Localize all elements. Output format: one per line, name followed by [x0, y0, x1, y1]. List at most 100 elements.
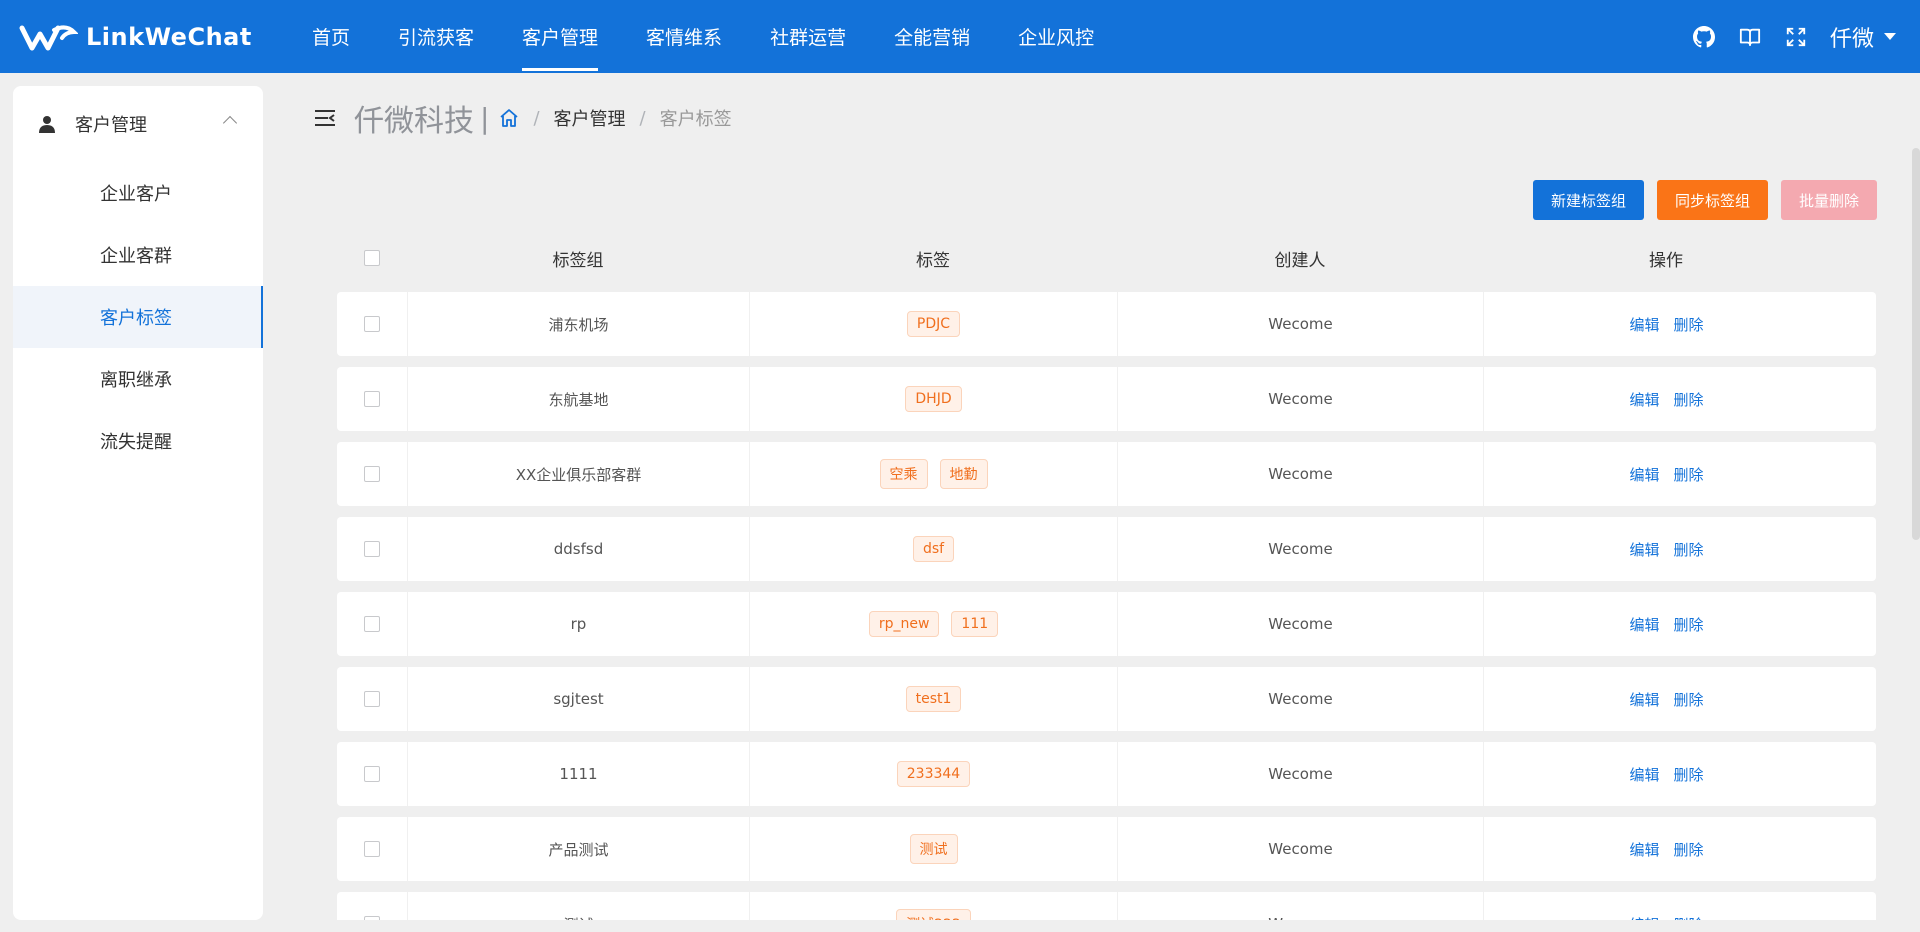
sidebar-item-resignation-inheritance[interactable]: 离职继承 [13, 348, 263, 410]
sidebar-group-label: 客户管理 [75, 115, 147, 136]
row-checkbox[interactable] [364, 391, 380, 407]
fullscreen-icon[interactable] [1784, 25, 1808, 49]
nav-item-customer-relations[interactable]: 客情维系 [622, 0, 746, 73]
tag-chip: 测试222 [896, 909, 971, 920]
row-checkbox[interactable] [364, 691, 380, 707]
breadcrumb-separator: / [533, 107, 540, 129]
edit-link[interactable]: 编辑 [1629, 539, 1659, 560]
cell-creator: Wecome [1117, 892, 1483, 920]
cell-tag-group: rp [407, 592, 749, 656]
cell-tags: 测试222 [749, 892, 1117, 920]
delete-link[interactable]: 删除 [1674, 539, 1704, 560]
cell-tags: 233344 [749, 742, 1117, 806]
user-menu[interactable]: 仟微 [1830, 21, 1896, 53]
nav-item-risk-control[interactable]: 企业风控 [994, 0, 1118, 73]
sidebar-item-customer-tags[interactable]: 客户标签 [13, 286, 263, 348]
sidebar-group-customer-management[interactable]: 客户管理 [13, 86, 263, 162]
cell-tags: DHJD [749, 367, 1117, 431]
column-header-operations: 操作 [1649, 250, 1683, 271]
edit-link[interactable]: 编辑 [1629, 464, 1659, 485]
table-row: sgjtest test1 Wecome 编辑 删除 [337, 667, 1876, 731]
nav-item-customer-management[interactable]: 客户管理 [498, 0, 622, 73]
page-scrollbar[interactable] [1912, 148, 1920, 540]
row-checkbox[interactable] [364, 541, 380, 557]
cell-tags: 空乘 地勤 [749, 442, 1117, 506]
cell-creator: Wecome [1117, 592, 1483, 656]
edit-link[interactable]: 编辑 [1629, 389, 1659, 410]
delete-link[interactable]: 删除 [1674, 689, 1704, 710]
cell-tags: dsf [749, 517, 1117, 581]
batch-delete-button[interactable]: 批量删除 [1780, 180, 1877, 220]
sidebar-item-enterprise-customers[interactable]: 企业客户 [13, 162, 263, 224]
table-row: 浦东机场 PDJC Wecome 编辑 删除 [337, 292, 1876, 356]
tag-chip: 地勤 [939, 459, 988, 489]
delete-link[interactable]: 删除 [1674, 614, 1704, 635]
sidebar-item-churn-alert[interactable]: 流失提醒 [13, 410, 263, 472]
column-header-tag-group: 标签组 [552, 250, 604, 271]
chevron-up-icon [222, 115, 238, 131]
book-icon[interactable] [1738, 25, 1762, 49]
cell-tag-group: 东航基地 [407, 367, 749, 431]
cell-tags: test1 [749, 667, 1117, 731]
edit-link[interactable]: 编辑 [1629, 914, 1659, 921]
table-row: ddsfsd dsf Wecome 编辑 删除 [337, 517, 1876, 581]
cell-tag-group: 1111 [407, 742, 749, 806]
column-header-tags: 标签 [916, 250, 950, 271]
cell-creator: Wecome [1117, 517, 1483, 581]
table-body: 浦东机场 PDJC Wecome 编辑 删除 东航基地 DHJD Wecome … [337, 292, 1876, 920]
row-checkbox[interactable] [364, 841, 380, 857]
cell-operations: 编辑 删除 [1483, 517, 1849, 581]
tag-chip: DHJD [905, 386, 962, 412]
row-checkbox[interactable] [364, 316, 380, 332]
edit-link[interactable]: 编辑 [1629, 614, 1659, 635]
delete-link[interactable]: 删除 [1674, 839, 1704, 860]
delete-link[interactable]: 删除 [1674, 389, 1704, 410]
cell-creator: Wecome [1117, 742, 1483, 806]
header-actions: 仟微 [1692, 0, 1896, 73]
breadcrumb-customer-tags: 客户标签 [659, 109, 732, 130]
cell-operations: 编辑 删除 [1483, 442, 1849, 506]
delete-link[interactable]: 删除 [1674, 914, 1704, 921]
cell-operations: 编辑 删除 [1483, 367, 1849, 431]
breadcrumb: 仟微科技 | / 客户管理 / 客户标签 [314, 96, 732, 140]
breadcrumb-customer-management[interactable]: 客户管理 [554, 105, 626, 131]
tag-chip: 测试 [909, 834, 958, 864]
nav-item-acquisition[interactable]: 引流获客 [374, 0, 498, 73]
cell-creator: Wecome [1117, 817, 1483, 881]
delete-link[interactable]: 删除 [1674, 464, 1704, 485]
edit-link[interactable]: 编辑 [1629, 764, 1659, 785]
company-name: 仟微科技 [354, 104, 474, 139]
row-checkbox[interactable] [364, 916, 380, 920]
sidebar-item-enterprise-groups[interactable]: 企业客群 [13, 224, 263, 286]
menu-toggle-icon[interactable] [314, 108, 336, 128]
row-checkbox[interactable] [364, 466, 380, 482]
sidebar: 客户管理 企业客户 企业客群 客户标签 离职继承 流失提醒 [13, 86, 263, 920]
cell-tag-group: 浦东机场 [407, 292, 749, 356]
nav-item-home[interactable]: 首页 [288, 0, 374, 73]
cell-tag-group: sgjtest [407, 667, 749, 731]
select-all-checkbox[interactable] [364, 250, 380, 266]
cell-operations: 编辑 删除 [1483, 742, 1849, 806]
table-row: XX企业俱乐部客群 空乘 地勤 Wecome 编辑 删除 [337, 442, 1876, 506]
row-checkbox[interactable] [364, 766, 380, 782]
edit-link[interactable]: 编辑 [1629, 839, 1659, 860]
home-icon[interactable] [499, 108, 519, 128]
delete-link[interactable]: 删除 [1674, 764, 1704, 785]
username-label: 仟微 [1829, 26, 1874, 52]
tag-chip: PDJC [906, 311, 961, 337]
new-tag-group-button[interactable]: 新建标签组 [1532, 180, 1644, 220]
nav-item-community-ops[interactable]: 社群运营 [746, 0, 870, 73]
edit-link[interactable]: 编辑 [1629, 314, 1659, 335]
cell-operations: 编辑 删除 [1483, 667, 1849, 731]
cell-creator: Wecome [1117, 667, 1483, 731]
logo[interactable]: LinkWeChat [18, 22, 288, 52]
sync-tag-group-button[interactable]: 同步标签组 [1656, 180, 1768, 220]
edit-link[interactable]: 编辑 [1629, 689, 1659, 710]
breadcrumb-separator: / [639, 107, 646, 129]
github-icon[interactable] [1692, 25, 1716, 49]
row-checkbox[interactable] [364, 616, 380, 632]
delete-link[interactable]: 删除 [1674, 314, 1704, 335]
nav-item-marketing[interactable]: 全能营销 [870, 0, 994, 73]
cell-creator: Wecome [1117, 442, 1483, 506]
tag-chip: test1 [905, 686, 962, 712]
